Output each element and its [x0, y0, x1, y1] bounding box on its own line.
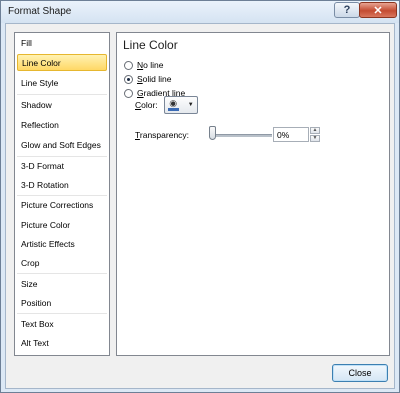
- solid-line-label: Solid line: [137, 74, 172, 84]
- no-line-radio[interactable]: [124, 60, 133, 70]
- help-button[interactable]: ?: [334, 2, 360, 18]
- close-button[interactable]: Close: [332, 364, 388, 382]
- no-line-option[interactable]: No line: [124, 59, 163, 71]
- dialog-title: Format Shape: [8, 6, 72, 17]
- panel-title: Line Color: [123, 38, 178, 52]
- color-picker-button[interactable]: ◉ ▼: [163, 96, 198, 114]
- format-shape-dialog: Format Shape ? ✕ Fill Line Color Line St…: [0, 0, 400, 393]
- nav-separator: [17, 94, 107, 95]
- title-bar: Format Shape ? ✕: [1, 1, 399, 23]
- nav-separator: [17, 273, 107, 274]
- transparency-input[interactable]: 0%: [273, 127, 309, 142]
- no-line-label: No line: [137, 60, 164, 70]
- nav-item-3d-format[interactable]: 3-D Format: [17, 157, 107, 174]
- nav-item-picture-color[interactable]: Picture Color: [17, 216, 107, 233]
- nav-item-3d-rotation[interactable]: 3-D Rotation: [17, 176, 107, 193]
- spin-up-button[interactable]: ▲: [310, 127, 320, 134]
- solid-line-radio[interactable]: [124, 74, 133, 84]
- nav-item-alt-text[interactable]: Alt Text: [17, 334, 107, 351]
- transparency-slider-track[interactable]: [209, 134, 272, 137]
- transparency-row: Transparency:: [135, 128, 189, 142]
- color-label: Color:: [135, 100, 158, 110]
- color-row: Color: ◉ ▼: [135, 95, 198, 115]
- nav-separator: [17, 313, 107, 314]
- nav-item-artistic-effects[interactable]: Artistic Effects: [17, 235, 107, 252]
- nav-item-crop[interactable]: Crop: [17, 254, 107, 271]
- paint-bucket-icon: ◉: [167, 99, 179, 111]
- nav-item-fill[interactable]: Fill: [17, 34, 107, 51]
- nav-item-picture-corrections[interactable]: Picture Corrections: [17, 196, 107, 213]
- transparency-slider-thumb[interactable]: [209, 126, 216, 140]
- chevron-down-icon: ▼: [187, 102, 194, 108]
- nav-item-shadow[interactable]: Shadow: [17, 96, 107, 113]
- nav-item-line-color[interactable]: Line Color: [17, 54, 107, 71]
- category-list: Fill Line Color Line Style Shadow Reflec…: [14, 32, 110, 356]
- nav-item-glow[interactable]: Glow and Soft Edges: [17, 136, 107, 153]
- line-color-panel: Line Color No line Solid line Gradient l…: [116, 32, 390, 356]
- transparency-spinner: ▲ ▼: [310, 127, 320, 142]
- gradient-line-radio[interactable]: [124, 88, 133, 98]
- spin-down-button[interactable]: ▼: [310, 135, 320, 142]
- transparency-label: Transparency:: [135, 130, 190, 140]
- nav-item-reflection[interactable]: Reflection: [17, 116, 107, 133]
- solid-line-option[interactable]: Solid line: [124, 73, 172, 85]
- nav-item-size[interactable]: Size: [17, 275, 107, 292]
- color-swatch: [167, 108, 179, 111]
- window-close-button[interactable]: ✕: [359, 2, 397, 18]
- nav-item-text-box[interactable]: Text Box: [17, 315, 107, 332]
- nav-item-line-style[interactable]: Line Style: [17, 74, 107, 91]
- nav-item-position[interactable]: Position: [17, 294, 107, 311]
- dialog-body: Fill Line Color Line Style Shadow Reflec…: [5, 23, 395, 389]
